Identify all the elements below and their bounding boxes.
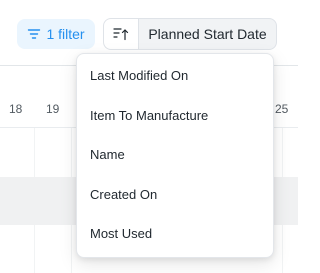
sort-field-menu: Last Modified On Item To Manufacture Nam…: [76, 53, 274, 258]
menu-item-name[interactable]: Name: [77, 135, 273, 175]
sort-field-label: Planned Start Date: [148, 26, 267, 42]
menu-item-last-modified-on[interactable]: Last Modified On: [77, 56, 273, 96]
timeline-day-label: 19: [46, 102, 60, 116]
sort-ascending-icon: [113, 28, 129, 41]
timeline-day-label: 25: [275, 102, 289, 116]
timeline-day-label: 18: [9, 102, 23, 116]
sort-field-button[interactable]: Planned Start Date: [138, 18, 277, 50]
filter-button[interactable]: 1 filter: [17, 19, 95, 49]
menu-item-most-used[interactable]: Most Used: [77, 214, 273, 254]
filter-label: 1 filter: [46, 26, 85, 42]
sort-direction-button[interactable]: [103, 18, 138, 50]
menu-item-item-to-manufacture[interactable]: Item To Manufacture: [77, 96, 273, 136]
filter-lines-icon: [28, 29, 41, 39]
menu-item-created-on[interactable]: Created On: [77, 175, 273, 215]
